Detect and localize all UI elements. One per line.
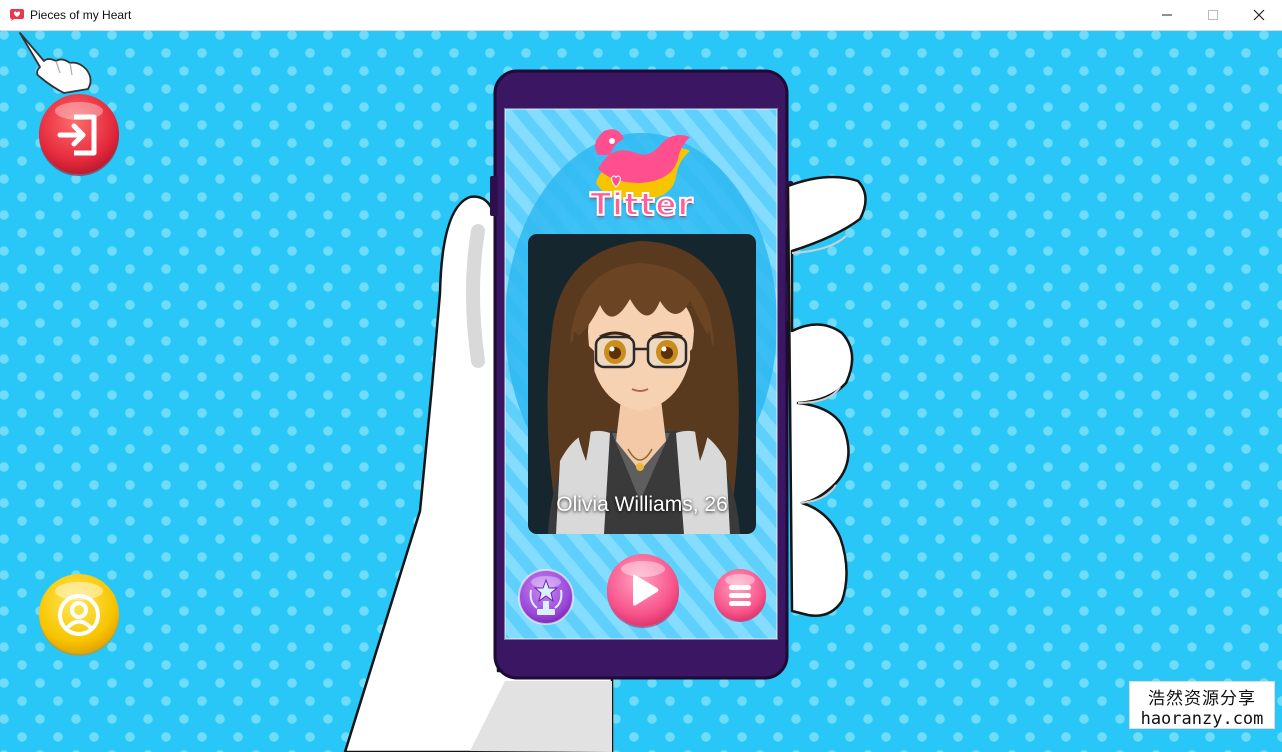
hand-holding-phone-illustration [343,69,867,752]
exit-button[interactable] [36,91,122,177]
app-logo-icon [10,9,24,21]
achievements-button[interactable] [517,568,575,626]
trophy-star-icon [518,569,574,625]
window-title: Pieces of my Heart [30,8,132,22]
hand-fingers [786,175,867,617]
titter-logo-text: Titter [589,186,694,224]
minimize-icon [1162,14,1172,16]
maximize-icon [1208,10,1218,20]
menu-button[interactable] [711,566,769,624]
exit-icon [39,94,119,176]
profile-button[interactable] [36,571,122,657]
minimize-button[interactable] [1144,0,1190,30]
menu-icon [714,569,766,622]
watermark-line1: 浩然资源分享 [1148,689,1256,709]
window-titlebar: Pieces of my Heart [0,0,1282,31]
watermark-line2: haoranzy.com [1140,709,1264,729]
user-icon [39,574,119,656]
close-button[interactable] [1236,0,1282,30]
play-icon [607,554,679,628]
tutorial-pointer-hand-icon [19,32,92,94]
profile-name-age: Olivia Williams, 26 [556,493,728,516]
profile-photo-art [528,234,756,534]
watermark: 浩然资源分享 haoranzy.com [1129,681,1275,729]
close-icon [1253,9,1265,21]
maximize-button[interactable] [1190,0,1236,30]
game-stage: Titter Olivia Williams, 26 浩然资源分享 haoran… [0,31,1282,752]
play-button[interactable] [604,551,682,629]
